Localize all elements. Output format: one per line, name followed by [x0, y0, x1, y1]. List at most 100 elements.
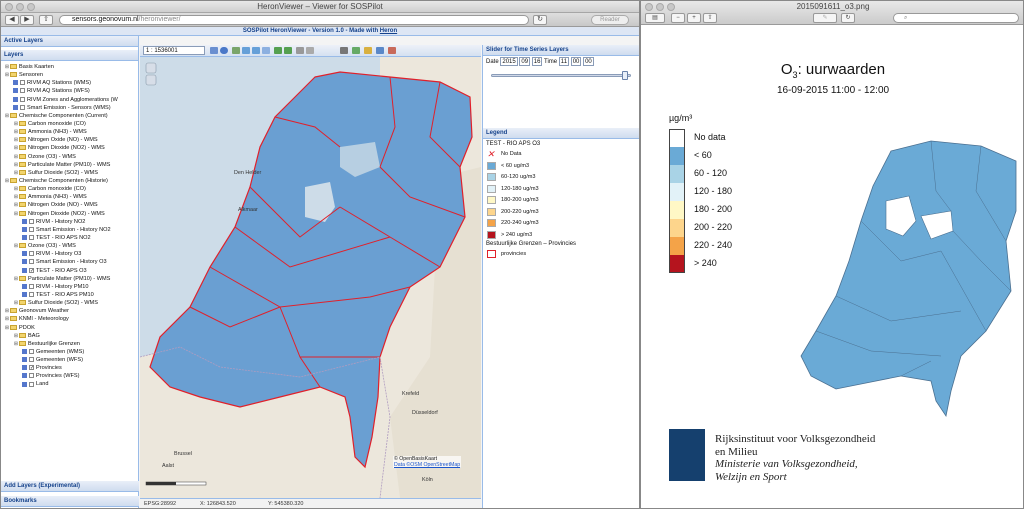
tree-folder[interactable]: ⊞ Sensoren	[1, 71, 138, 79]
tree-layer[interactable]: RIVM AQ Stations (WMS)	[1, 79, 138, 87]
reader-button[interactable]: Reader	[591, 15, 629, 25]
measure-line-icon[interactable]	[296, 47, 304, 54]
layer-checkbox[interactable]	[29, 348, 34, 354]
layer-checkbox[interactable]	[20, 104, 25, 110]
rotate-icon[interactable]: ↻	[841, 13, 855, 23]
layer-checkbox[interactable]	[29, 251, 34, 257]
tree-folder[interactable]: ⊞ Nitrogen Oxide (NO) - WMS	[1, 136, 138, 144]
second-field[interactable]: 00	[583, 56, 594, 66]
tree-folder[interactable]: ⊞ Sulfur Dioxide (SO2) - WMS	[1, 299, 138, 307]
tree-layer[interactable]: TEST - RIO APS NO2	[1, 234, 138, 242]
layer-checkbox[interactable]	[20, 96, 25, 102]
tree-folder[interactable]: ⊞ KNMI - Meteorology	[1, 315, 138, 323]
tree-folder[interactable]: ⊞ Bestuurlijke Grenzen	[1, 340, 138, 348]
heron-link[interactable]: Heron	[380, 28, 397, 34]
layer-checkbox[interactable]	[29, 226, 34, 232]
tree-folder[interactable]: ⊞ Ozone (O3) - WMS	[1, 153, 138, 161]
tree-layer[interactable]: ✓ Provincies	[1, 364, 138, 372]
tree-layer[interactable]: Gemeenten (WMS)	[1, 348, 138, 356]
layer-checkbox[interactable]	[20, 80, 25, 86]
minute-field[interactable]: 00	[570, 56, 582, 66]
tree-layer[interactable]: Land	[1, 380, 138, 388]
osm-link[interactable]: Data ©OSM OpenStreetMap	[394, 462, 460, 468]
tree-folder[interactable]: ⊞ PDOK	[1, 324, 138, 332]
annotate-icon[interactable]: ✎	[813, 13, 837, 23]
layer-checkbox[interactable]	[29, 234, 34, 240]
tree-folder[interactable]: ⊞ Chemische Componenten (Historie)	[1, 177, 138, 185]
zoom-out-icon[interactable]	[252, 47, 260, 54]
time-slider[interactable]	[483, 69, 639, 82]
export-icon[interactable]	[364, 47, 372, 54]
map-canvas[interactable]: Den Helder Alkmaar Krefeld Düsseldorf Kö…	[140, 57, 481, 498]
tree-folder[interactable]: ⊞ BAG	[1, 332, 138, 340]
layer-checkbox[interactable]	[29, 283, 34, 289]
measure-area-icon[interactable]	[306, 47, 314, 54]
month-field[interactable]: 09	[519, 56, 531, 66]
tree-folder[interactable]: ⊞ Ammonia (NH3) - WMS	[1, 193, 138, 201]
time-slider-thumb[interactable]	[622, 71, 628, 80]
layers-header[interactable]: Layers	[1, 50, 138, 61]
tree-folder[interactable]: ⊞ Nitrogen Dioxide (NO2) - WMS	[1, 210, 138, 218]
scale-select[interactable]: 1 : 1536001	[143, 46, 205, 55]
active-layers-header[interactable]: Active Layers	[1, 36, 138, 47]
zoom-in-icon[interactable]: +	[687, 13, 701, 23]
tree-layer[interactable]: TEST - RIO APS PM10	[1, 291, 138, 299]
zoom-box-icon[interactable]	[210, 47, 218, 54]
tree-layer[interactable]: RIVM - History O3	[1, 250, 138, 258]
tree-folder[interactable]: ⊞ Particulate Matter (PM10) - WMS	[1, 161, 138, 169]
search-icon[interactable]	[376, 47, 384, 54]
previous-view-icon[interactable]	[274, 47, 282, 54]
tree-folder[interactable]: ⊞ Carbon monoxide (CO)	[1, 185, 138, 193]
print-icon[interactable]	[340, 47, 348, 54]
tree-layer[interactable]: RIVM AQ Stations (WFS)	[1, 87, 138, 95]
slider-panel-header[interactable]: Slider for Time Series Layers	[483, 45, 639, 56]
legend-header[interactable]: Legend	[483, 128, 639, 139]
layer-checkbox[interactable]	[20, 88, 25, 94]
layer-checkbox[interactable]: ✓	[29, 267, 34, 273]
layer-checkbox[interactable]	[29, 259, 34, 265]
tree-layer[interactable]: Provincies (WFS)	[1, 372, 138, 380]
tree-folder[interactable]: ⊞ Carbon monoxide (CO)	[1, 120, 138, 128]
tree-layer[interactable]: Smart Emission - History O3	[1, 258, 138, 266]
tree-layer[interactable]: ✓ TEST - RIO APS O3	[1, 267, 138, 275]
tree-folder[interactable]: ⊞ Particulate Matter (PM10) - WMS	[1, 275, 138, 283]
help-icon[interactable]	[388, 47, 396, 54]
layer-checkbox[interactable]	[29, 291, 34, 297]
bookmarks-header[interactable]: Bookmarks	[1, 496, 139, 507]
layer-checkbox[interactable]	[29, 218, 34, 224]
tree-layer[interactable]: Smart Emission - History NO2	[1, 226, 138, 234]
layer-checkbox[interactable]	[29, 373, 34, 379]
tree-folder[interactable]: ⊞ Ammonia (NH3) - WMS	[1, 128, 138, 136]
tree-folder[interactable]: ⊞ Sulfur Dioxide (SO2) - WMS	[1, 169, 138, 177]
zoom-out-icon[interactable]: −	[671, 13, 685, 23]
share-icon[interactable]: ⇧	[39, 15, 53, 25]
tree-layer[interactable]: Gemeenten (WFS)	[1, 356, 138, 364]
info-icon[interactable]	[220, 47, 228, 54]
tree-folder[interactable]: ⊞ Nitrogen Dioxide (NO2) - WMS	[1, 144, 138, 152]
layer-checkbox[interactable]	[29, 381, 34, 387]
tree-folder[interactable]: ⊞ Geonovum Weather	[1, 307, 138, 315]
layer-checkbox[interactable]: ✓	[29, 365, 34, 371]
tree-folder[interactable]: ⊞ Chemische Componenten (Current)	[1, 112, 138, 120]
tree-layer[interactable]: RIVM Zones and Agglomerations (W	[1, 96, 138, 104]
pan-icon[interactable]	[232, 47, 240, 54]
tree-folder[interactable]: ⊞ Basis Kaarten	[1, 63, 138, 71]
search-field[interactable]: ⌕	[893, 13, 1019, 23]
share-icon[interactable]: ⇧	[703, 13, 717, 23]
full-extent-icon[interactable]	[262, 47, 270, 54]
hour-field[interactable]: 11	[558, 56, 570, 66]
map-svg[interactable]	[140, 57, 481, 498]
next-view-icon[interactable]	[284, 47, 292, 54]
sidebar-toggle-icon[interactable]: ▤	[645, 13, 665, 23]
reload-icon[interactable]: ↻	[533, 15, 547, 25]
back-button[interactable]: ◀	[5, 15, 19, 25]
url-bar[interactable]: sensors.geonovum.nl/heronviewer/	[59, 15, 529, 25]
layer-checkbox[interactable]	[29, 357, 34, 363]
zoom-in-icon[interactable]	[242, 47, 250, 54]
tree-folder[interactable]: ⊞ Nitrogen Oxide (NO) - WMS	[1, 201, 138, 209]
tree-layer[interactable]: RIVM - History NO2	[1, 218, 138, 226]
tree-folder[interactable]: ⊞ Ozone (O3) - WMS	[1, 242, 138, 250]
day-field[interactable]: 16	[531, 56, 543, 66]
layer-select-icon[interactable]	[352, 47, 360, 54]
tree-layer[interactable]: Smart Emission - Sensors (WMS)	[1, 104, 138, 112]
